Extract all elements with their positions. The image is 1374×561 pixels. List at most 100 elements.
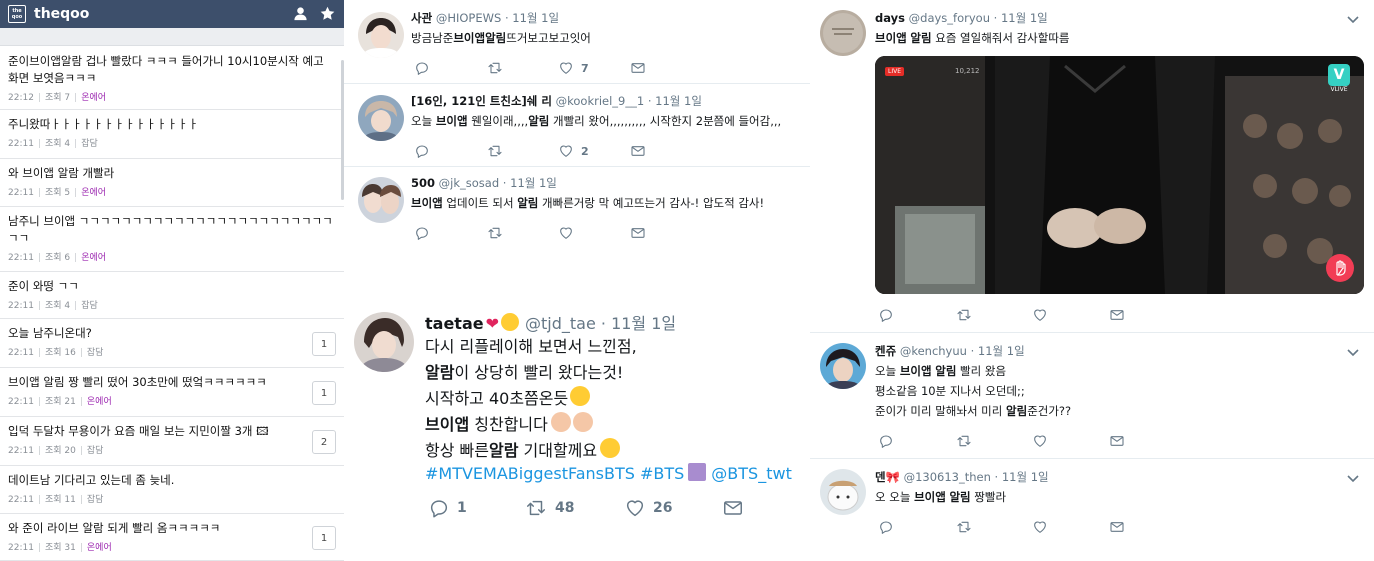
reply-button[interactable]: [414, 143, 430, 159]
post-row[interactable]: 준이브이앱알람 겁나 빨랐다 ㅋㅋㅋ 들어가니 10시10분시작 예고 화면 보엿…: [0, 47, 344, 110]
tweet-date[interactable]: 11월 1일: [1002, 470, 1049, 484]
like-button[interactable]: [558, 225, 574, 241]
username[interactable]: @kenchyuu: [900, 344, 967, 358]
username[interactable]: @jk_sosad: [439, 176, 499, 190]
reply-button[interactable]: [414, 225, 430, 241]
retweet-button[interactable]: [955, 433, 973, 449]
post-category[interactable]: 잡담: [87, 446, 104, 456]
retweet-button[interactable]: [955, 307, 973, 323]
avatar[interactable]: [358, 177, 404, 223]
post-title[interactable]: 와 브이앱 알람 개빨라: [8, 159, 344, 182]
post-category[interactable]: 잡담: [81, 301, 98, 311]
display-name[interactable]: 사관: [411, 11, 432, 25]
avatar[interactable]: [820, 10, 866, 56]
display-name[interactable]: 덴🎀: [875, 470, 900, 484]
tweet-date[interactable]: 11월 1일: [655, 94, 702, 108]
hashtag-link[interactable]: #MTVEMABiggestFansBTS #BTS: [425, 464, 684, 483]
tweet-date[interactable]: 11월 1일: [611, 314, 676, 333]
vlive-video-card[interactable]: LIVE 10,212 V VLIVE: [875, 56, 1364, 294]
post-row[interactable]: 오늘 남주니온대? 22:11 | 조회 16 | 잡담 1: [0, 319, 344, 368]
dm-button[interactable]: [722, 497, 744, 519]
post-row[interactable]: 준이 와떵 ㄱㄱ 22:11 | 조회 4 | 잡담: [0, 272, 344, 319]
post-title[interactable]: 준이브이앱알람 겁나 빨랐다 ㅋㅋㅋ 들어가니 10시10분시작 예고 화면 보엿…: [8, 47, 344, 87]
dm-button[interactable]: [1109, 307, 1125, 323]
post-row[interactable]: 브이앱 알림 짱 빨리 떴어 30초만에 떴엌ㅋㅋㅋㅋㅋㅋ 22:11 | 조회 21…: [0, 368, 344, 417]
post-category[interactable]: 잡담: [81, 139, 98, 149]
star-icon[interactable]: [320, 6, 335, 21]
post-row[interactable]: 주니왔따ㅏㅏㅏㅏㅏㅏㅏㅏㅏㅏㅏㅏㅏㅏ 22:11 | 조회 4 | 잡담: [0, 110, 344, 159]
retweet-button[interactable]: [955, 519, 973, 535]
post-category[interactable]: 잡담: [87, 495, 104, 505]
comment-count-badge[interactable]: 1: [312, 526, 336, 550]
avatar[interactable]: [358, 95, 404, 141]
reply-button[interactable]: [878, 519, 894, 535]
user-icon[interactable]: [293, 6, 308, 21]
reply-button[interactable]: 1: [428, 497, 467, 519]
display-name[interactable]: [16인, 121인 트친소]쉐 리: [411, 94, 552, 108]
post-category[interactable]: 온에어: [81, 188, 106, 198]
comment-count-badge[interactable]: 2: [312, 430, 336, 454]
like-button[interactable]: 26: [624, 497, 672, 519]
post-title[interactable]: 입덕 두달차 무용이가 요즘 매일 보는 지민이짤 3개 🖾: [8, 417, 344, 440]
post-title[interactable]: 와 준이 라이브 알람 되게 빨리 옴ㅋㅋㅋㅋㅋ: [8, 514, 344, 537]
post-row[interactable]: 데이트남 기다리고 있는데 좀 늦네. 22:11 | 조회 11 | 잡담: [0, 466, 344, 514]
username[interactable]: @days_foryou: [909, 11, 990, 25]
post-category[interactable]: 온에어: [87, 543, 112, 553]
chevron-down-icon[interactable]: [1346, 345, 1360, 359]
site-title[interactable]: theqoo: [34, 6, 89, 22]
post-row[interactable]: 입덕 두달차 무용이가 요즘 매일 보는 지민이짤 3개 🖾 22:11 | 조회 2…: [0, 417, 344, 466]
like-button[interactable]: 2: [558, 143, 589, 159]
post-category[interactable]: 잡담: [87, 348, 104, 358]
post-title[interactable]: 준이 와떵 ㄱㄱ: [8, 272, 344, 295]
display-name[interactable]: 켄쥬: [875, 344, 896, 358]
avatar[interactable]: [820, 343, 866, 389]
mention-link[interactable]: @BTS_twt: [711, 464, 792, 483]
username[interactable]: @kookriel_9__1: [556, 94, 645, 108]
retweet-button[interactable]: 48: [524, 497, 574, 519]
username[interactable]: @130613_then: [904, 470, 991, 484]
reply-button[interactable]: [414, 60, 430, 76]
comment-count-badge[interactable]: 1: [312, 332, 336, 356]
post-category[interactable]: 온에어: [87, 397, 112, 407]
vlive-logo[interactable]: V VLIVE: [1324, 64, 1354, 94]
post-row[interactable]: 와 브이앱 알람 개빨라 22:11 | 조회 5 | 온에어: [0, 159, 344, 207]
retweet-button[interactable]: [486, 225, 504, 241]
username[interactable]: @HIOPEWS: [436, 11, 501, 25]
tweet-date[interactable]: 11월 1일: [1001, 11, 1048, 25]
dm-button[interactable]: [1109, 519, 1125, 535]
post-row[interactable]: 와 준이 라이브 알람 되게 빨리 옴ㅋㅋㅋㅋㅋ 22:11 | 조회 31 | 온에어 1: [0, 514, 344, 561]
post-category[interactable]: 온에어: [81, 93, 106, 103]
post-title[interactable]: 주니왔따ㅏㅏㅏㅏㅏㅏㅏㅏㅏㅏㅏㅏㅏㅏ: [8, 110, 344, 133]
like-button[interactable]: [1032, 519, 1048, 535]
display-name[interactable]: taetae: [425, 314, 484, 333]
dm-button[interactable]: [630, 143, 646, 159]
dm-button[interactable]: [630, 60, 646, 76]
avatar[interactable]: [820, 469, 866, 515]
avatar[interactable]: [354, 312, 414, 372]
chevron-down-icon[interactable]: [1346, 471, 1360, 485]
like-button[interactable]: [1032, 307, 1048, 323]
heart-react-button[interactable]: [1326, 254, 1354, 282]
post-title[interactable]: 오늘 남주니온대?: [8, 319, 344, 342]
post-title[interactable]: 남주니 브이앱 ㄱㄱㄱㄱㄱㄱㄱㄱㄱㄱㄱㄱㄱㄱㄱㄱㄱㄱㄱㄱㄱㄱㄱㄱ ㄱㄱ: [8, 207, 344, 247]
tweet-date[interactable]: 11월 1일: [978, 344, 1025, 358]
chevron-down-icon[interactable]: [1346, 12, 1360, 26]
reply-button[interactable]: [878, 307, 894, 323]
retweet-button[interactable]: [486, 143, 504, 159]
post-title[interactable]: 데이트남 기다리고 있는데 좀 늦네.: [8, 466, 344, 489]
like-button[interactable]: [1032, 433, 1048, 449]
theqoo-logo[interactable]: the qoo: [8, 5, 26, 23]
post-title[interactable]: 브이앱 알림 짱 빨리 떴어 30초만에 떴엌ㅋㅋㅋㅋㅋㅋ: [8, 368, 344, 391]
comment-count-badge[interactable]: 1: [312, 381, 336, 405]
retweet-button[interactable]: [486, 60, 504, 76]
display-name[interactable]: days: [875, 11, 905, 25]
tweet-date[interactable]: 11월 1일: [512, 11, 559, 25]
username[interactable]: @tjd_tae: [525, 314, 596, 333]
post-category[interactable]: 온에어: [81, 253, 106, 263]
like-button[interactable]: 7: [558, 60, 589, 76]
dm-button[interactable]: [1109, 433, 1125, 449]
reply-button[interactable]: [878, 433, 894, 449]
display-name[interactable]: 500: [411, 176, 435, 190]
post-row[interactable]: 남주니 브이앱 ㄱㄱㄱㄱㄱㄱㄱㄱㄱㄱㄱㄱㄱㄱㄱㄱㄱㄱㄱㄱㄱㄱㄱㄱ ㄱㄱ 22:11 |…: [0, 207, 344, 272]
dm-button[interactable]: [630, 225, 646, 241]
